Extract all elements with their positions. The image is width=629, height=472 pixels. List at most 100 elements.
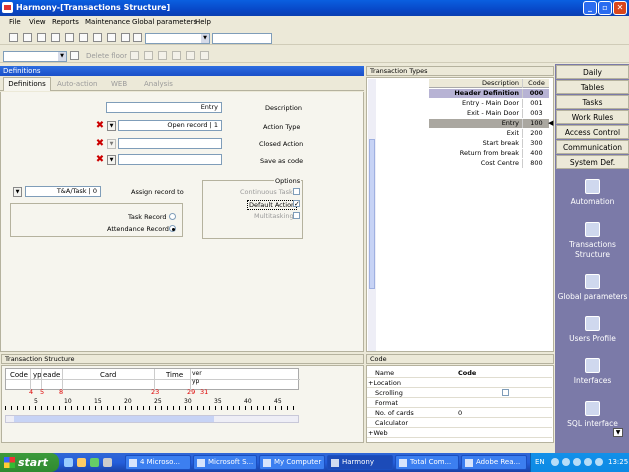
multitasking-checkbox[interactable]: [293, 212, 300, 219]
nav-transactions-structure[interactable]: Transactions Structure: [556, 220, 629, 266]
nav-automation[interactable]: Automation: [556, 177, 629, 221]
layout-icon[interactable]: [200, 51, 209, 60]
chevron-down-icon[interactable]: ▼: [107, 121, 116, 131]
chevron-down-icon[interactable]: ▼: [107, 139, 116, 149]
default-action-checkbox[interactable]: ✓: [293, 200, 300, 208]
delete-floor-button[interactable]: Delete floor: [86, 52, 127, 60]
open-icon[interactable]: [23, 33, 32, 42]
table-row[interactable]: Entry - Main Door 001: [429, 99, 549, 108]
tray-icon[interactable]: [595, 458, 603, 466]
clear-icon[interactable]: ✖: [95, 121, 105, 131]
nav-tables[interactable]: Tables: [556, 80, 629, 94]
floor-combo[interactable]: ▼: [3, 51, 67, 62]
task-record-radio[interactable]: [169, 213, 176, 220]
save-as-code-field[interactable]: [118, 154, 222, 165]
tray-icon[interactable]: [573, 458, 581, 466]
continuous-task-checkbox[interactable]: [293, 188, 300, 195]
action-type-field[interactable]: Open record | 1: [118, 120, 222, 131]
menu-reports[interactable]: Reports: [52, 18, 79, 26]
property-row[interactable]: Format: [367, 398, 552, 408]
code-column-header[interactable]: Code: [524, 79, 549, 88]
nav-system-def[interactable]: System Def.: [556, 155, 629, 169]
vertical-scrollbar[interactable]: [368, 79, 376, 351]
scroll-down-icon[interactable]: ▼: [613, 428, 623, 437]
print-icon[interactable]: [51, 33, 60, 42]
scrolling-checkbox[interactable]: [502, 389, 509, 396]
nav-interfaces[interactable]: Interfaces: [556, 356, 629, 400]
table-row[interactable]: Cost Centre 800: [429, 159, 549, 168]
menu-global-parameters[interactable]: Global parameters: [132, 18, 197, 26]
menu-view[interactable]: View: [29, 18, 46, 26]
nav-work-rules[interactable]: Work Rules: [556, 110, 629, 124]
tray-icon[interactable]: [551, 458, 559, 466]
tools-icon[interactable]: [107, 33, 116, 42]
chevron-down-icon[interactable]: ▼: [13, 187, 22, 197]
tab-auto-action[interactable]: Auto-action: [57, 80, 97, 88]
help-icon[interactable]: [133, 33, 142, 42]
nav-communication[interactable]: Communication: [556, 140, 629, 154]
browser-icon[interactable]: [64, 458, 73, 467]
taskbar-item[interactable]: Total Com...: [395, 455, 459, 470]
closed-action-field[interactable]: [118, 138, 222, 149]
layout-icon[interactable]: [130, 51, 139, 60]
column-time[interactable]: Time: [166, 371, 183, 379]
table-row[interactable]: Exit 200: [429, 129, 549, 138]
column-card[interactable]: Card: [100, 371, 116, 379]
layout-icon[interactable]: [172, 51, 181, 60]
tab-definitions[interactable]: Definitions: [3, 77, 51, 91]
clear-icon[interactable]: ✖: [95, 155, 105, 165]
attendance-record-radio[interactable]: [169, 225, 176, 232]
taskbar-item[interactable]: Microsoft S...: [193, 455, 257, 470]
description-field[interactable]: Entry: [106, 102, 222, 113]
property-row[interactable]: Name Code: [367, 368, 552, 378]
tray-icon[interactable]: [562, 458, 570, 466]
property-row[interactable]: Scrolling: [367, 388, 552, 398]
property-row[interactable]: Calculator: [367, 418, 552, 428]
table-row[interactable]: Exit - Main Door 003: [429, 109, 549, 118]
property-row[interactable]: No. of cards 0: [367, 408, 552, 418]
find-icon[interactable]: [65, 33, 74, 42]
nav-daily[interactable]: Daily: [556, 65, 629, 79]
check-icon[interactable]: [93, 33, 102, 42]
table-row-selected[interactable]: Entry 100: [429, 119, 549, 128]
language-indicator[interactable]: EN: [535, 458, 545, 466]
menu-maintenance[interactable]: Maintenance: [85, 18, 130, 26]
minimize-button[interactable]: _: [583, 1, 597, 15]
layout-icon[interactable]: [158, 51, 167, 60]
taskbar-item[interactable]: Adobe Rea...: [461, 455, 527, 470]
close-button[interactable]: ✕: [613, 1, 627, 15]
start-button[interactable]: start: [0, 453, 59, 472]
description-column-header[interactable]: Description: [429, 79, 523, 88]
app-icon[interactable]: [90, 458, 99, 467]
toolbar-combo[interactable]: ▼: [145, 33, 210, 44]
property-row[interactable]: +Web: [367, 428, 552, 438]
nav-global-parameters[interactable]: Global parameters: [556, 272, 629, 316]
column-eade[interactable]: eade: [43, 371, 60, 379]
taskbar-item[interactable]: My Computer: [259, 455, 325, 470]
taskbar-item-active[interactable]: Harmony: [327, 455, 393, 470]
tray-icon[interactable]: [584, 458, 592, 466]
save-icon[interactable]: [37, 33, 46, 42]
menu-help[interactable]: Help: [195, 18, 211, 26]
new-icon[interactable]: [9, 33, 18, 42]
nav-users-profile[interactable]: Users Profile: [556, 314, 629, 358]
app-icon[interactable]: [103, 458, 112, 467]
tab-web[interactable]: WEB: [111, 80, 127, 88]
maximize-button[interactable]: ▫: [598, 1, 612, 15]
layout-icon[interactable]: [186, 51, 195, 60]
table-row[interactable]: Header Definition 000: [429, 89, 549, 98]
table-row[interactable]: Start break 300: [429, 139, 549, 148]
chevron-down-icon[interactable]: ▼: [107, 155, 116, 165]
scrollbar-thumb[interactable]: [14, 416, 214, 422]
assign-record-field[interactable]: T&A/Task | 0: [25, 186, 101, 197]
users-icon[interactable]: [79, 33, 88, 42]
tab-analysis[interactable]: Analysis: [144, 80, 173, 88]
column-code[interactable]: Code: [10, 371, 28, 379]
table-row[interactable]: Return from break 400: [429, 149, 549, 158]
floor-icon[interactable]: [70, 51, 79, 60]
nav-access-control[interactable]: Access Control: [556, 125, 629, 139]
clock[interactable]: 13:25: [608, 458, 628, 466]
explorer-icon[interactable]: [77, 458, 86, 467]
menu-file[interactable]: File: [9, 18, 21, 26]
clear-icon[interactable]: ✖: [95, 139, 105, 149]
